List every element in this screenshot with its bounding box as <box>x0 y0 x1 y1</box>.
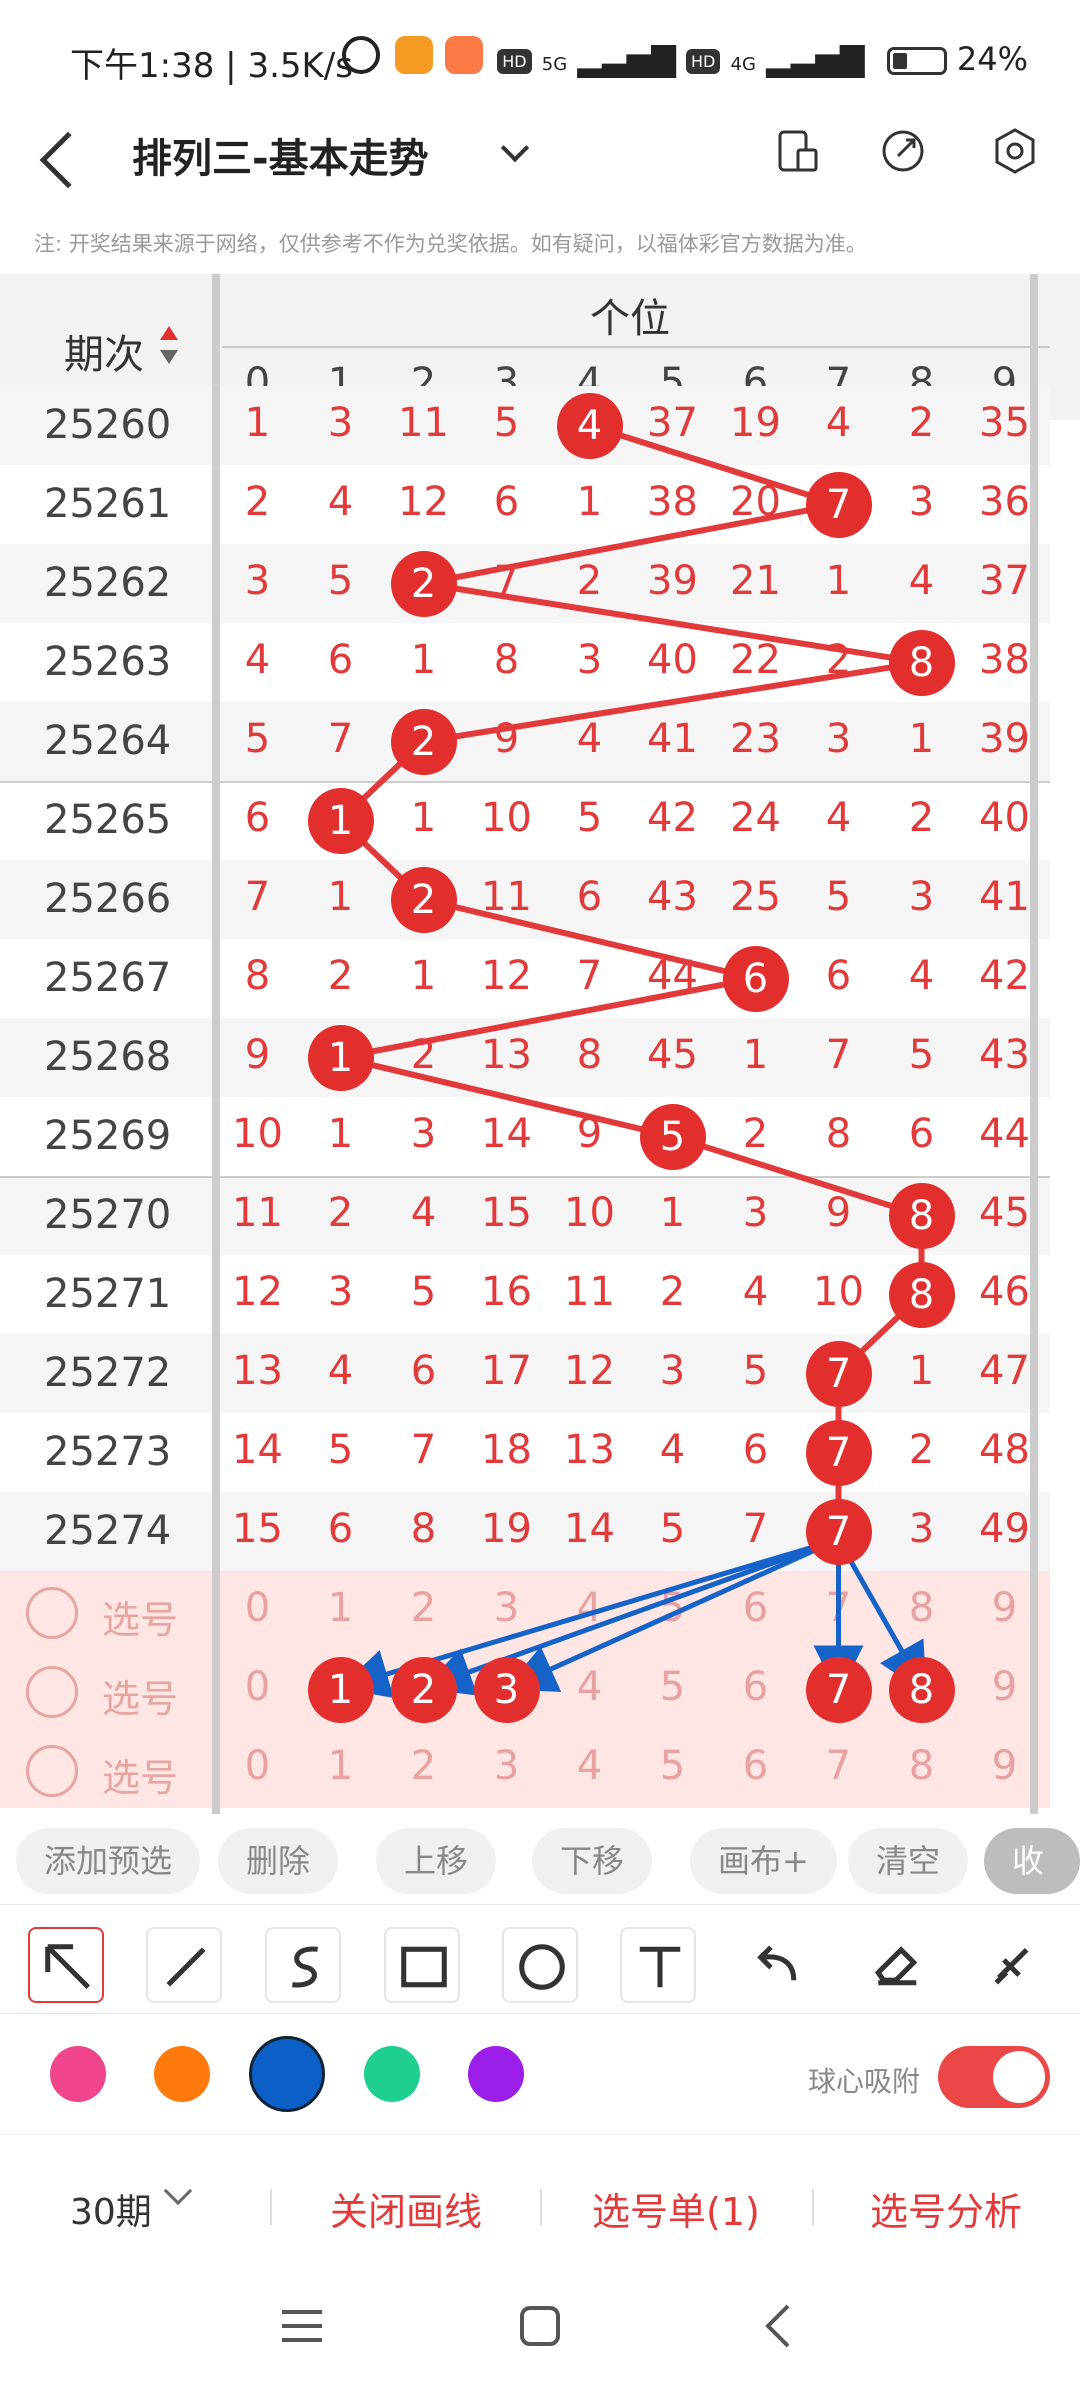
signal-icon: ▂▃▅▇ <box>577 40 676 78</box>
pick-analysis-button[interactable]: 选号分析 <box>870 2181 1022 2236</box>
selected-pick-ball[interactable]: 8 <box>888 1656 955 1723</box>
battery-icon <box>886 47 947 75</box>
alarm-clock-icon <box>342 36 380 74</box>
color-swatch-0[interactable] <box>50 2046 106 2102</box>
undo-icon <box>757 1945 797 1981</box>
curve-tool[interactable] <box>265 1927 341 2003</box>
footer-divider <box>540 2189 542 2225</box>
clear-brush-icon <box>994 1948 1029 1985</box>
action-button-2[interactable]: 上移 <box>376 1828 497 1894</box>
toggle-knob <box>993 2051 1045 2103</box>
action-button-0[interactable]: 添加预选 <box>16 1828 201 1894</box>
hit-ball[interactable]: 4 <box>556 392 623 459</box>
undo-tool[interactable] <box>738 1927 814 2003</box>
color-swatch-4[interactable] <box>468 2046 524 2102</box>
color-swatch-3[interactable] <box>364 2046 420 2102</box>
signal-icon-2: ▂▃▅▇ <box>766 40 865 78</box>
back-icon[interactable] <box>760 2302 796 2350</box>
column-separator-right <box>1030 274 1038 1814</box>
rectangle-icon <box>401 1946 447 1988</box>
action-button-6[interactable]: 收起 <box>984 1828 1080 1946</box>
eraser-icon <box>875 1946 918 1986</box>
hit-ball[interactable]: 8 <box>888 1261 955 1328</box>
pick-list-button[interactable]: 选号单(1) <box>592 2181 760 2236</box>
column-separator <box>212 274 220 1814</box>
color-palette: 球心吸附 <box>0 2014 1080 2134</box>
footer-divider <box>812 2189 814 2225</box>
back-arrow-icon[interactable] <box>39 131 97 189</box>
device-switch-icon[interactable] <box>772 126 822 176</box>
app-notification-icon <box>395 36 433 74</box>
curve-icon <box>292 1946 318 1988</box>
selected-pick-ball[interactable]: 7 <box>805 1656 872 1723</box>
hit-ball[interactable]: 8 <box>888 1182 955 1249</box>
selected-pick-ball[interactable]: 2 <box>390 1656 457 1723</box>
status-right: HD 5G ▂▃▅▇ HD 4G ▂▃▅▇ 24% <box>497 40 1028 78</box>
selected-pick-ball[interactable]: 3 <box>473 1656 540 1723</box>
chevron-down-icon[interactable] <box>163 2176 193 2206</box>
snap-label: 球心吸附 <box>808 2065 921 2098</box>
select-arrow-tool[interactable] <box>28 1927 104 2003</box>
hit-ball[interactable]: 7 <box>805 1340 872 1407</box>
selected-pick-ball[interactable]: 1 <box>307 1656 374 1723</box>
action-button-4[interactable]: 画布+ <box>690 1828 837 1894</box>
hit-ball[interactable]: 2 <box>390 550 457 617</box>
network-4g: 4G <box>730 54 756 75</box>
hit-ball[interactable]: 7 <box>805 1498 872 1565</box>
hd-badge-2: HD <box>685 48 721 74</box>
app-notification-icon-2 <box>445 36 483 74</box>
eraser-tool[interactable] <box>858 1927 934 2003</box>
trend-lines <box>336 422 927 1699</box>
footer-bar: 30期 关闭画线 选号单(1) 选号分析 <box>0 2134 1080 2270</box>
text-tool[interactable] <box>620 1927 696 2003</box>
hit-ball[interactable]: 2 <box>390 866 457 933</box>
select-arrow-icon <box>45 1944 91 1990</box>
color-swatch-1[interactable] <box>154 2046 210 2102</box>
hit-ball[interactable]: 7 <box>805 1419 872 1486</box>
color-swatch-2[interactable] <box>249 2036 325 2112</box>
chevron-down-icon[interactable] <box>500 133 530 163</box>
line-tool[interactable] <box>146 1927 222 2003</box>
status-time: 下午1:38 | 3.5K/s <box>70 46 353 86</box>
hit-ball[interactable]: 6 <box>722 945 789 1012</box>
footer-divider <box>270 2189 272 2225</box>
home-icon[interactable] <box>518 2304 562 2348</box>
network-5g: 5G <box>541 54 568 75</box>
circle-icon <box>519 1944 565 1990</box>
menu-icon[interactable] <box>280 2306 324 2346</box>
hit-ball[interactable]: 7 <box>805 471 872 538</box>
line-icon <box>166 1947 206 1987</box>
drawn-arrow <box>505 1537 840 1692</box>
rectangle-tool[interactable] <box>384 1927 460 2003</box>
hit-ball[interactable]: 1 <box>307 787 374 854</box>
action-button-5[interactable]: 清空 <box>848 1828 969 1894</box>
status-bar: 下午1:38 | 3.5K/s HD 5G ▂▃▅▇ HD 4G ▂▃▅▇ 24… <box>0 0 1080 110</box>
battery-level: 24% <box>956 40 1028 78</box>
settings-icon[interactable] <box>990 126 1040 176</box>
disclaimer-note: 注: 开奖结果来源于网络，仅供参考不作为兑奖依据。如有疑问，以福体彩官方数据为准… <box>34 232 867 256</box>
circle-tool[interactable] <box>502 1927 578 2003</box>
action-button-3[interactable]: 下移 <box>532 1828 653 1894</box>
hit-ball[interactable]: 8 <box>888 629 955 696</box>
clear-brush-tool[interactable] <box>976 1927 1052 2003</box>
action-button-bar: 添加预选 删除 上移 下移 画布+ 清空 收起 <box>0 1820 1080 1946</box>
hd-badge: HD <box>497 48 532 74</box>
snap-toggle[interactable] <box>938 2046 1050 2108</box>
period-selector[interactable]: 30期 <box>70 2183 152 2235</box>
hit-ball[interactable]: 1 <box>307 1024 374 1091</box>
drawing-toolbar <box>0 1904 1080 2014</box>
page-title[interactable]: 排列三-基本走势 <box>132 126 429 184</box>
hit-ball[interactable]: 5 <box>639 1103 706 1170</box>
top-bar: 排列三-基本走势 <box>0 110 1080 230</box>
hit-ball[interactable]: 2 <box>390 708 457 775</box>
system-nav-bar <box>0 2270 1080 2400</box>
action-button-1[interactable]: 删除 <box>218 1828 339 1894</box>
trend-table: 期次 个位 0123456789 25260 1 3 11 5 37 19 4 2 35 25261… <box>0 274 1080 1814</box>
text-icon <box>639 1946 681 1988</box>
share-icon[interactable] <box>878 126 928 176</box>
close-lines-button[interactable]: 关闭画线 <box>330 2181 482 2236</box>
